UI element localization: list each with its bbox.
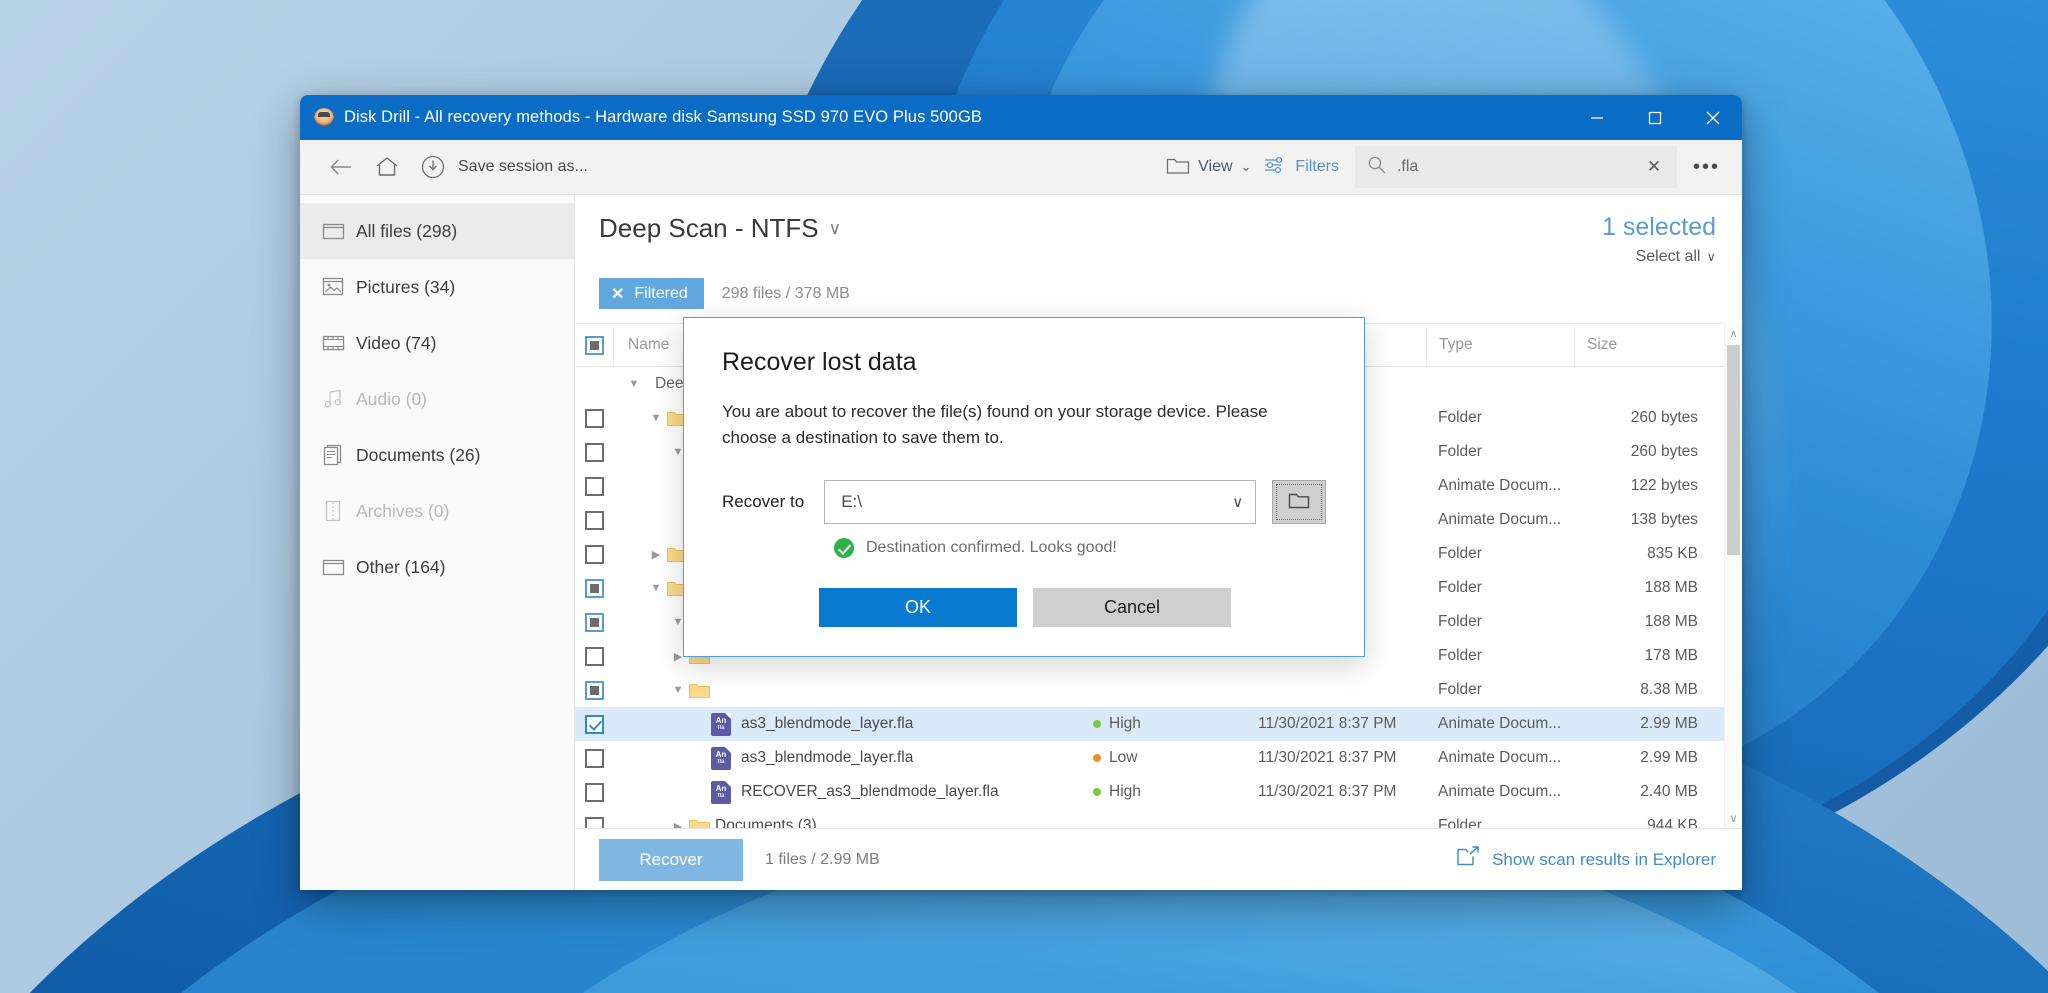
cancel-button[interactable]: Cancel [1033, 588, 1231, 627]
chevron-down-icon[interactable]: ∨ [1232, 493, 1243, 511]
dialog-body-text: You are about to recover the file(s) fou… [722, 402, 1268, 447]
check-circle-icon [834, 538, 854, 558]
recover-to-label: Recover to [722, 492, 805, 511]
desktop: Disk Drill - All recovery methods - Hard… [0, 0, 2048, 993]
modal-overlay: Recover lost data You are about to recov… [300, 95, 1742, 890]
dialog-title: Recover lost data [722, 348, 917, 376]
destination-select[interactable]: E:\ ∨ [824, 480, 1257, 524]
recover-to-row: Recover to E:\ ∨ [722, 480, 1328, 524]
destination-status: Destination confirmed. Looks good! [834, 538, 1328, 558]
destination-status-text: Destination confirmed. Looks good! [866, 539, 1117, 556]
disk-drill-window: Disk Drill - All recovery methods - Hard… [300, 95, 1742, 890]
destination-value: E:\ [841, 492, 862, 511]
folder-browse-icon [1287, 490, 1311, 515]
ok-button[interactable]: OK [819, 588, 1017, 627]
dialog-buttons: OK Cancel [722, 588, 1328, 627]
browse-folder-button[interactable] [1272, 480, 1327, 524]
recover-lost-data-dialog: Recover lost data You are about to recov… [683, 317, 1365, 657]
